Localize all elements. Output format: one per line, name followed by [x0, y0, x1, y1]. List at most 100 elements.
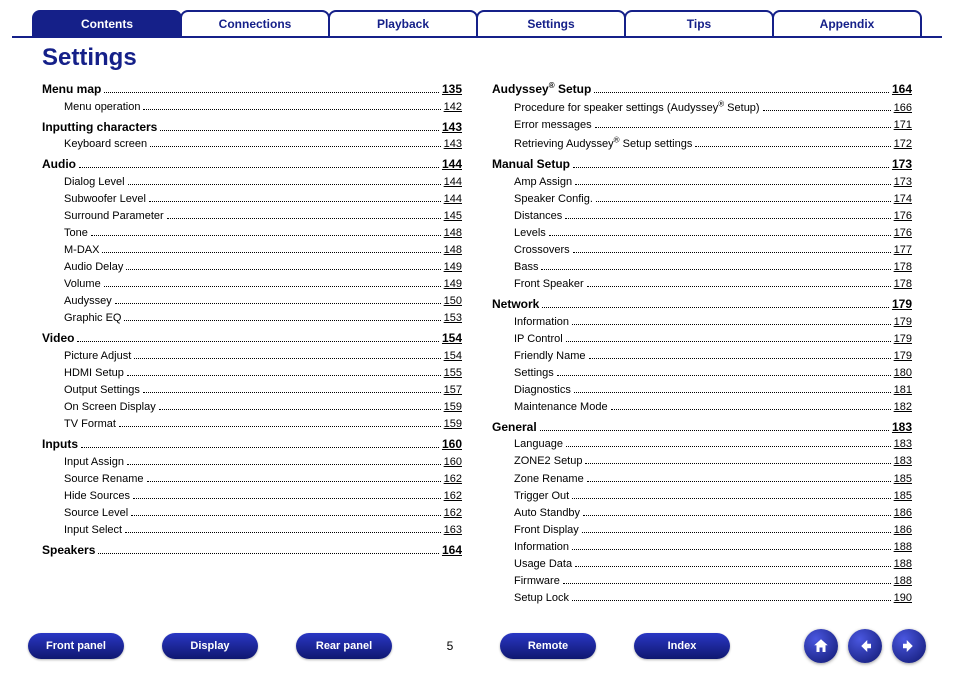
- tab-appendix[interactable]: Appendix: [772, 10, 922, 36]
- toc-page-link[interactable]: 153: [444, 310, 462, 327]
- toc-entry[interactable]: Front Speaker178: [492, 276, 912, 293]
- toc-entry[interactable]: Source Rename162: [42, 471, 462, 488]
- toc-page-link[interactable]: 179: [894, 348, 912, 365]
- toc-entry[interactable]: Inputs160: [42, 435, 462, 454]
- toc-entry[interactable]: IP Control179: [492, 331, 912, 348]
- toc-entry[interactable]: Speakers164: [42, 541, 462, 560]
- toc-page-link[interactable]: 183: [892, 418, 912, 437]
- toc-page-link[interactable]: 188: [894, 556, 912, 573]
- home-icon[interactable]: [804, 629, 838, 663]
- toc-page-link[interactable]: 162: [444, 471, 462, 488]
- toc-entry[interactable]: Menu operation142: [42, 99, 462, 116]
- toc-entry[interactable]: HDMI Setup155: [42, 365, 462, 382]
- toc-page-link[interactable]: 149: [444, 276, 462, 293]
- toc-entry[interactable]: Error messages171: [492, 117, 912, 134]
- toc-page-link[interactable]: 162: [444, 488, 462, 505]
- toc-entry[interactable]: Picture Adjust154: [42, 348, 462, 365]
- toc-entry[interactable]: Output Settings157: [42, 382, 462, 399]
- toc-page-link[interactable]: 178: [894, 259, 912, 276]
- toc-page-link[interactable]: 164: [892, 80, 912, 99]
- toc-entry[interactable]: Crossovers177: [492, 242, 912, 259]
- toc-page-link[interactable]: 188: [894, 539, 912, 556]
- tab-settings[interactable]: Settings: [476, 10, 626, 36]
- toc-entry[interactable]: Hide Sources162: [42, 488, 462, 505]
- toc-page-link[interactable]: 183: [894, 436, 912, 453]
- toc-page-link[interactable]: 173: [894, 174, 912, 191]
- tab-contents[interactable]: Contents: [32, 10, 182, 36]
- toc-entry[interactable]: Trigger Out185: [492, 488, 912, 505]
- toc-entry[interactable]: Information179: [492, 314, 912, 331]
- toc-entry[interactable]: Menu map135: [42, 80, 462, 99]
- toc-page-link[interactable]: 178: [894, 276, 912, 293]
- toc-entry[interactable]: Audio144: [42, 155, 462, 174]
- toc-entry[interactable]: Keyboard screen143: [42, 136, 462, 153]
- toc-page-link[interactable]: 159: [444, 416, 462, 433]
- display-button[interactable]: Display: [162, 633, 258, 659]
- toc-entry[interactable]: Dialog Level144: [42, 174, 462, 191]
- toc-entry[interactable]: Video154: [42, 329, 462, 348]
- toc-page-link[interactable]: 143: [444, 136, 462, 153]
- toc-page-link[interactable]: 180: [894, 365, 912, 382]
- toc-entry[interactable]: General183: [492, 418, 912, 437]
- front-panel-button[interactable]: Front panel: [28, 633, 124, 659]
- toc-page-link[interactable]: 162: [444, 505, 462, 522]
- toc-page-link[interactable]: 154: [442, 329, 462, 348]
- toc-entry[interactable]: Manual Setup173: [492, 155, 912, 174]
- toc-entry[interactable]: M-DAX148: [42, 242, 462, 259]
- toc-entry[interactable]: Information188: [492, 539, 912, 556]
- toc-page-link[interactable]: 186: [894, 505, 912, 522]
- toc-page-link[interactable]: 176: [894, 225, 912, 242]
- toc-page-link[interactable]: 181: [894, 382, 912, 399]
- toc-page-link[interactable]: 150: [444, 293, 462, 310]
- toc-entry[interactable]: Settings180: [492, 365, 912, 382]
- toc-page-link[interactable]: 155: [444, 365, 462, 382]
- toc-entry[interactable]: Speaker Config.174: [492, 191, 912, 208]
- tab-playback[interactable]: Playback: [328, 10, 478, 36]
- toc-entry[interactable]: Amp Assign173: [492, 174, 912, 191]
- toc-page-link[interactable]: 177: [894, 242, 912, 259]
- toc-entry[interactable]: Diagnostics181: [492, 382, 912, 399]
- toc-entry[interactable]: On Screen Display159: [42, 399, 462, 416]
- toc-page-link[interactable]: 144: [444, 174, 462, 191]
- toc-page-link[interactable]: 149: [444, 259, 462, 276]
- toc-page-link[interactable]: 143: [442, 118, 462, 137]
- rear-panel-button[interactable]: Rear panel: [296, 633, 392, 659]
- toc-page-link[interactable]: 166: [894, 100, 912, 117]
- toc-page-link[interactable]: 172: [894, 136, 912, 153]
- toc-page-link[interactable]: 144: [442, 155, 462, 174]
- toc-page-link[interactable]: 173: [892, 155, 912, 174]
- toc-entry[interactable]: Usage Data188: [492, 556, 912, 573]
- toc-entry[interactable]: Graphic EQ153: [42, 310, 462, 327]
- toc-page-link[interactable]: 157: [444, 382, 462, 399]
- toc-entry[interactable]: Input Select163: [42, 522, 462, 539]
- toc-entry[interactable]: Distances176: [492, 208, 912, 225]
- toc-entry[interactable]: Source Level162: [42, 505, 462, 522]
- toc-page-link[interactable]: 171: [894, 117, 912, 134]
- toc-entry[interactable]: Zone Rename185: [492, 471, 912, 488]
- toc-page-link[interactable]: 163: [444, 522, 462, 539]
- toc-page-link[interactable]: 160: [444, 454, 462, 471]
- toc-page-link[interactable]: 176: [894, 208, 912, 225]
- toc-page-link[interactable]: 148: [444, 242, 462, 259]
- toc-entry[interactable]: Subwoofer Level144: [42, 191, 462, 208]
- toc-page-link[interactable]: 183: [894, 453, 912, 470]
- toc-entry[interactable]: ZONE2 Setup183: [492, 453, 912, 470]
- toc-page-link[interactable]: 188: [894, 573, 912, 590]
- toc-entry[interactable]: Bass178: [492, 259, 912, 276]
- toc-page-link[interactable]: 148: [444, 225, 462, 242]
- toc-entry[interactable]: Audio Delay149: [42, 259, 462, 276]
- index-button[interactable]: Index: [634, 633, 730, 659]
- toc-entry[interactable]: Language183: [492, 436, 912, 453]
- toc-entry[interactable]: TV Format159: [42, 416, 462, 433]
- tab-connections[interactable]: Connections: [180, 10, 330, 36]
- toc-page-link[interactable]: 174: [894, 191, 912, 208]
- toc-entry[interactable]: Surround Parameter145: [42, 208, 462, 225]
- toc-page-link[interactable]: 179: [892, 295, 912, 314]
- tab-tips[interactable]: Tips: [624, 10, 774, 36]
- toc-entry[interactable]: Network179: [492, 295, 912, 314]
- toc-entry[interactable]: Friendly Name179: [492, 348, 912, 365]
- toc-entry[interactable]: Inputting characters143: [42, 118, 462, 137]
- toc-entry[interactable]: Setup Lock190: [492, 590, 912, 607]
- toc-page-link[interactable]: 145: [444, 208, 462, 225]
- toc-entry[interactable]: Maintenance Mode182: [492, 399, 912, 416]
